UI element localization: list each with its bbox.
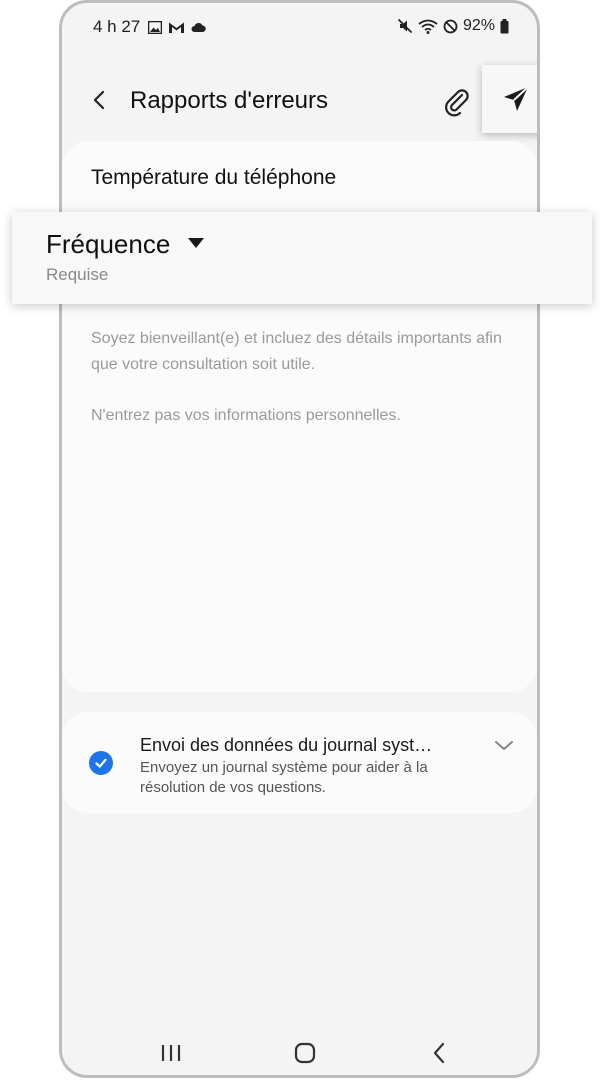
app-bar: Rapports d'erreurs xyxy=(62,63,537,143)
status-left-icons xyxy=(148,19,206,35)
privacy-hint: N'entrez pas vos informations personnell… xyxy=(91,407,401,424)
dnd-icon xyxy=(443,19,458,33)
gmail-icon xyxy=(169,22,184,33)
navigation-bar xyxy=(62,1033,537,1073)
mute-icon xyxy=(397,18,413,34)
battery-percent: 92% xyxy=(462,17,495,34)
system-log-title: Envoi des données du journal syst… xyxy=(140,735,433,755)
battery-icon xyxy=(500,18,509,33)
status-right: 92% xyxy=(397,17,509,35)
status-bar: 4 h 27 92% xyxy=(62,13,537,43)
description-hint[interactable]: Soyez bienveillant(e) et incluez des dét… xyxy=(91,326,516,378)
gallery-icon xyxy=(148,20,162,34)
send-icon xyxy=(504,86,529,111)
status-time: 4 h 27 xyxy=(93,17,141,36)
check-icon xyxy=(95,758,107,768)
home-button[interactable] xyxy=(290,1039,320,1067)
paperclip-icon xyxy=(445,89,469,117)
phone-screen: 4 h 27 92% Rapports d'erreurs Températur… xyxy=(59,0,540,1078)
system-log-checkbox[interactable] xyxy=(89,751,113,775)
recent-apps-button[interactable] xyxy=(156,1039,186,1067)
back-button[interactable] xyxy=(84,85,114,115)
subject-field[interactable]: Température du téléphone xyxy=(91,166,336,190)
frequency-dropdown[interactable]: Fréquence Requise xyxy=(12,212,592,304)
recent-apps-icon xyxy=(161,1045,181,1061)
system-log-expand-button[interactable] xyxy=(492,734,516,758)
system-log-subtitle: Envoyez un journal système pour aider à … xyxy=(140,759,428,796)
system-log-card: Envoi des données du journal syst… Envoy… xyxy=(62,712,537,813)
frequency-label: Fréquence xyxy=(46,229,171,259)
chevron-down-icon xyxy=(495,741,513,750)
page-title: Rapports d'erreurs xyxy=(130,87,328,114)
cloud-icon xyxy=(191,23,206,32)
attach-button[interactable] xyxy=(440,85,474,119)
back-icon xyxy=(433,1042,445,1064)
home-icon xyxy=(294,1042,316,1064)
frequency-required-label: Requise xyxy=(46,265,109,284)
nav-back-button[interactable] xyxy=(424,1039,454,1067)
wifi-icon xyxy=(418,19,438,34)
caret-down-icon xyxy=(188,238,204,248)
send-button[interactable] xyxy=(482,65,537,133)
back-arrow-icon xyxy=(93,90,105,110)
